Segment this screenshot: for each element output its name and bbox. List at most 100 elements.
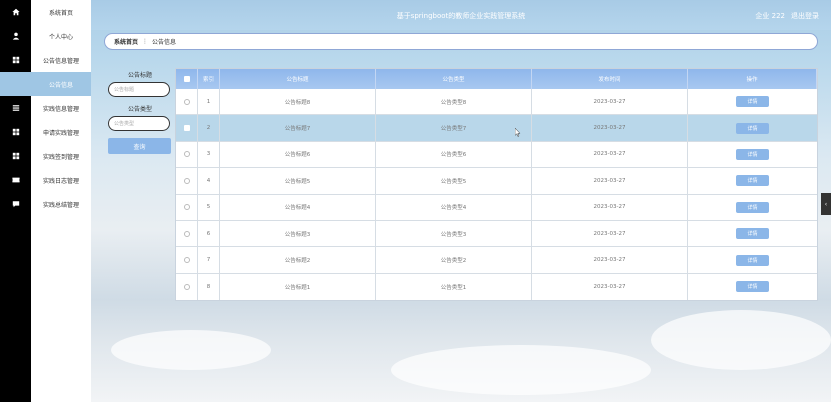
detail-button[interactable]: 详情	[736, 228, 769, 240]
row-checkbox[interactable]	[183, 230, 190, 237]
row-checkbox-cell	[176, 141, 198, 168]
row-title: 公告标题5	[220, 168, 376, 194]
row-checkbox[interactable]	[183, 98, 190, 105]
row-checkbox-cell	[176, 273, 198, 301]
icon-strip	[0, 0, 31, 402]
detail-button[interactable]: 详情	[736, 175, 769, 187]
table-row[interactable]: 6 公告标题3 公告类型3 2023-03-27 详情	[176, 220, 817, 248]
table-row[interactable]: 1 公告标题8 公告类型8 2023-03-27 详情	[176, 89, 817, 116]
row-title: 公告标题1	[220, 273, 376, 301]
search-button[interactable]: 查询	[108, 138, 171, 154]
row-op: 详情	[688, 168, 817, 193]
row-op: 详情	[688, 195, 817, 220]
snow-decoration	[391, 345, 651, 395]
row-checkbox[interactable]	[183, 177, 190, 184]
row-index: 8	[198, 273, 220, 301]
sidebar-item-apply-practice[interactable]: 申请实践管理	[31, 120, 91, 144]
notice-table: 索引 公告标题 公告类型 发布时间 操作 1 公告标题8 公告类型8 2023-…	[175, 68, 818, 302]
row-checkbox-cell	[176, 115, 198, 141]
sidebar-item-notice-manage[interactable]: 公告信息管理	[31, 48, 91, 72]
detail-button[interactable]: 详情	[736, 281, 769, 293]
logout-link[interactable]: 退出登录	[791, 11, 819, 21]
table-row[interactable]: 2 公告标题7 公告类型7 2023-03-27 详情	[176, 115, 817, 142]
chat-icon[interactable]	[0, 192, 31, 216]
row-op: 详情	[688, 142, 817, 167]
row-checkbox[interactable]	[183, 151, 190, 158]
row-checkbox-cell	[176, 89, 198, 115]
search-panel: 公告标题 公告标题 公告类型 公告类型 查询	[108, 70, 172, 154]
row-op: 详情	[688, 247, 817, 272]
row-date: 2023-03-27	[532, 168, 688, 194]
row-title: 公告标题2	[220, 247, 376, 273]
type-search-input[interactable]: 公告类型	[108, 116, 170, 131]
detail-button[interactable]: 详情	[736, 201, 769, 213]
row-title: 公告标题8	[220, 89, 376, 115]
type-label: 公告类型	[127, 106, 152, 113]
grid-icon[interactable]	[0, 48, 31, 72]
breadcrumb-separator: ⋮	[142, 38, 149, 45]
row-type: 公告类型4	[376, 194, 532, 220]
home-icon[interactable]	[0, 0, 31, 24]
row-date: 2023-03-27	[532, 89, 688, 115]
title-search-input[interactable]: 公告标题	[108, 82, 170, 97]
detail-button[interactable]: 详情	[736, 254, 769, 266]
sidebar-item-home[interactable]: 系统首页	[31, 0, 91, 24]
row-checkbox[interactable]	[183, 125, 190, 132]
table-row[interactable]: 7 公告标题2 公告类型2 2023-03-27 详情	[176, 247, 817, 274]
row-checkbox-cell	[176, 220, 198, 247]
row-op: 详情	[688, 115, 817, 140]
row-op: 详情	[688, 221, 817, 246]
row-type: 公告类型7	[376, 115, 532, 141]
row-date: 2023-03-27	[532, 220, 688, 247]
title-label: 公告标题	[127, 72, 152, 79]
header-checkbox-cell	[176, 69, 198, 89]
row-checkbox-cell	[176, 194, 198, 220]
table-row[interactable]: 4 公告标题5 公告类型5 2023-03-27 详情	[176, 168, 817, 195]
row-checkbox-cell	[176, 247, 198, 273]
user-icon[interactable]	[0, 24, 31, 48]
table-row[interactable]: 8 公告标题1 公告类型1 2023-03-27 详情	[176, 273, 817, 301]
sidebar-item-signin[interactable]: 实践签到管理	[31, 144, 91, 168]
row-index: 2	[198, 115, 220, 141]
breadcrumb-current: 公告信息	[152, 39, 177, 46]
row-index: 7	[198, 247, 220, 273]
row-checkbox[interactable]	[183, 204, 190, 211]
row-type: 公告类型2	[376, 247, 532, 273]
app-title: 基于springboot的教师企业实践管理系统	[396, 12, 526, 20]
header-op: 操作	[688, 69, 817, 89]
chevron-left-icon[interactable]: ‹	[821, 193, 831, 215]
row-type: 公告类型3	[376, 220, 532, 247]
row-date: 2023-03-27	[532, 273, 688, 301]
grid-icon[interactable]	[0, 144, 31, 168]
snow-decoration	[111, 330, 271, 370]
row-checkbox[interactable]	[183, 257, 190, 264]
sidebar-item-notice[interactable]: 公告信息	[0, 72, 91, 96]
breadcrumb-home[interactable]: 系统首页	[114, 37, 138, 46]
table-header: 索引 公告标题 公告类型 发布时间 操作	[176, 69, 817, 89]
sidebar-item-log[interactable]: 实践日志管理	[31, 168, 91, 192]
sidebar-item-profile[interactable]: 个人中心	[31, 24, 91, 48]
header-index: 索引	[198, 69, 220, 89]
grid-icon[interactable]	[0, 120, 31, 144]
sidebar-item-summary[interactable]: 实践总结管理	[31, 192, 91, 216]
detail-button[interactable]: 详情	[736, 148, 769, 160]
row-title: 公告标题7	[220, 115, 376, 141]
detail-button[interactable]: 详情	[736, 122, 769, 134]
row-checkbox[interactable]	[183, 283, 190, 290]
row-op: 详情	[688, 89, 817, 114]
header-date: 发布时间	[532, 69, 688, 89]
main-area: 基于springboot的教师企业实践管理系统 企业 222 退出登录 系统首页…	[91, 0, 831, 402]
list-icon[interactable]	[0, 96, 31, 120]
row-checkbox-cell	[176, 168, 198, 194]
table-row[interactable]: 3 公告标题6 公告类型6 2023-03-27 详情	[176, 141, 817, 169]
row-title: 公告标题3	[220, 220, 376, 247]
row-date: 2023-03-27	[532, 194, 688, 220]
detail-button[interactable]: 详情	[736, 96, 769, 108]
sidebar-item-practice-info[interactable]: 实践信息管理	[31, 96, 91, 120]
row-type: 公告类型1	[376, 273, 532, 301]
row-type: 公告类型6	[376, 141, 532, 168]
ticket-icon[interactable]	[0, 168, 31, 192]
select-all-checkbox[interactable]	[183, 76, 190, 82]
user-area: 企业 222 退出登录	[755, 11, 819, 21]
table-row[interactable]: 5 公告标题4 公告类型4 2023-03-27 详情	[176, 194, 817, 221]
